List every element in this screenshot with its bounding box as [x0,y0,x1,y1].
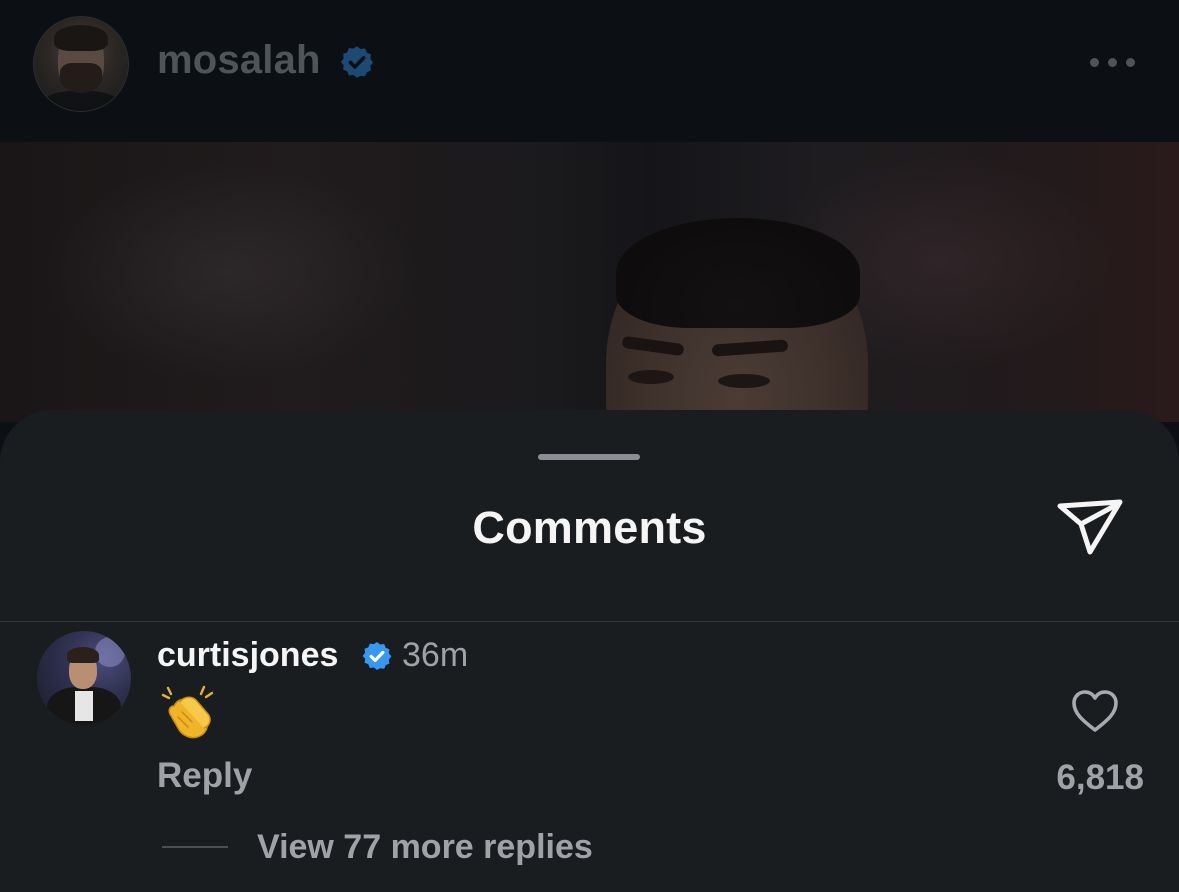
commenter-avatar[interactable] [37,631,131,725]
sheet-divider [0,621,1179,622]
commenter-username[interactable]: curtisjones [157,636,338,675]
heart-outline-icon[interactable] [1070,688,1120,734]
replies-indent-line [162,846,228,848]
view-more-replies-button[interactable]: View 77 more replies [257,828,593,867]
avatar-hair [67,647,99,663]
avatar-shirt [75,691,93,721]
comments-sheet: Comments curtisjones 36m Reply 6,818 Vie… [0,410,1179,892]
post-photo [0,142,1179,422]
ellipsis-icon[interactable] [1088,54,1138,70]
clapping-hands-icon [161,685,214,739]
paper-plane-icon[interactable] [1054,496,1126,558]
sheet-drag-handle[interactable] [538,454,640,460]
post-header: mosalah [0,0,1179,142]
avatar-beard [60,63,102,93]
comment-timestamp: 36m [402,636,469,674]
author-username[interactable]: mosalah [157,38,321,83]
sheet-title: Comments [472,502,707,553]
photo-subject-eye [628,370,674,384]
avatar-background-light [95,637,125,667]
verified-badge-icon [362,642,392,670]
like-count: 6,818 [1056,758,1144,797]
author-avatar[interactable] [33,16,129,112]
avatar-hair [54,25,108,51]
verified-badge-icon [340,46,374,78]
photo-subject-hair [616,218,860,328]
reply-button[interactable]: Reply [157,756,252,796]
photo-background-blur [40,162,420,382]
avatar-shoulders [40,91,122,111]
photo-subject-eye [718,374,770,388]
